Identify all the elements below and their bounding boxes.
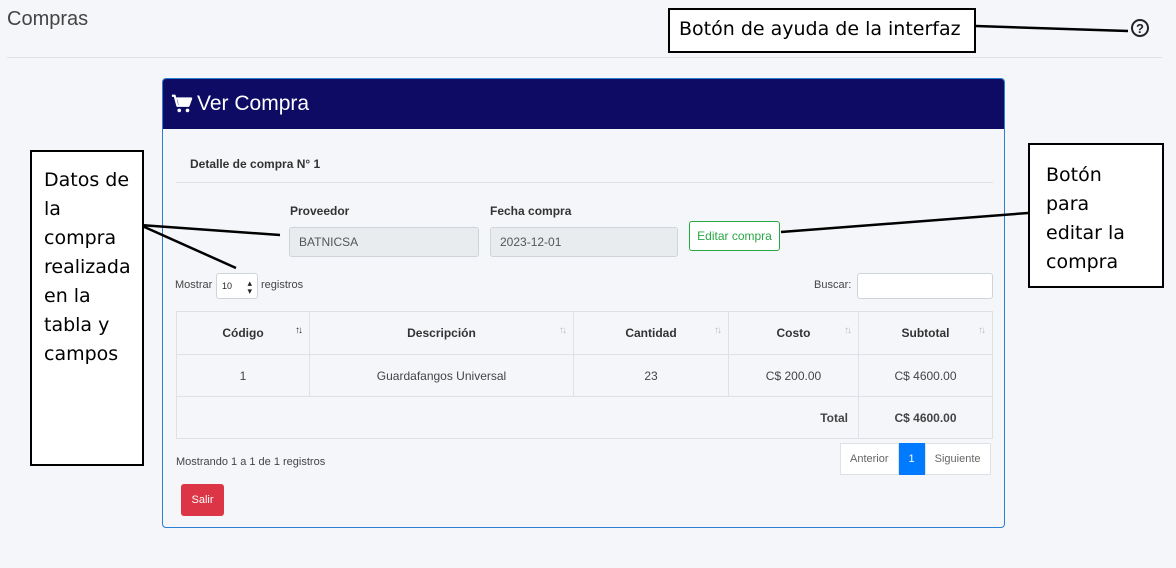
annotation-lines: [139, 24, 1129, 270]
annotation-data: Datos de la compra realizada en la tabla…: [30, 150, 144, 466]
annotation-help: Botón de ayuda de la interfaz: [668, 8, 976, 53]
annotation-edit: Botón para editar la compra: [1028, 143, 1164, 288]
